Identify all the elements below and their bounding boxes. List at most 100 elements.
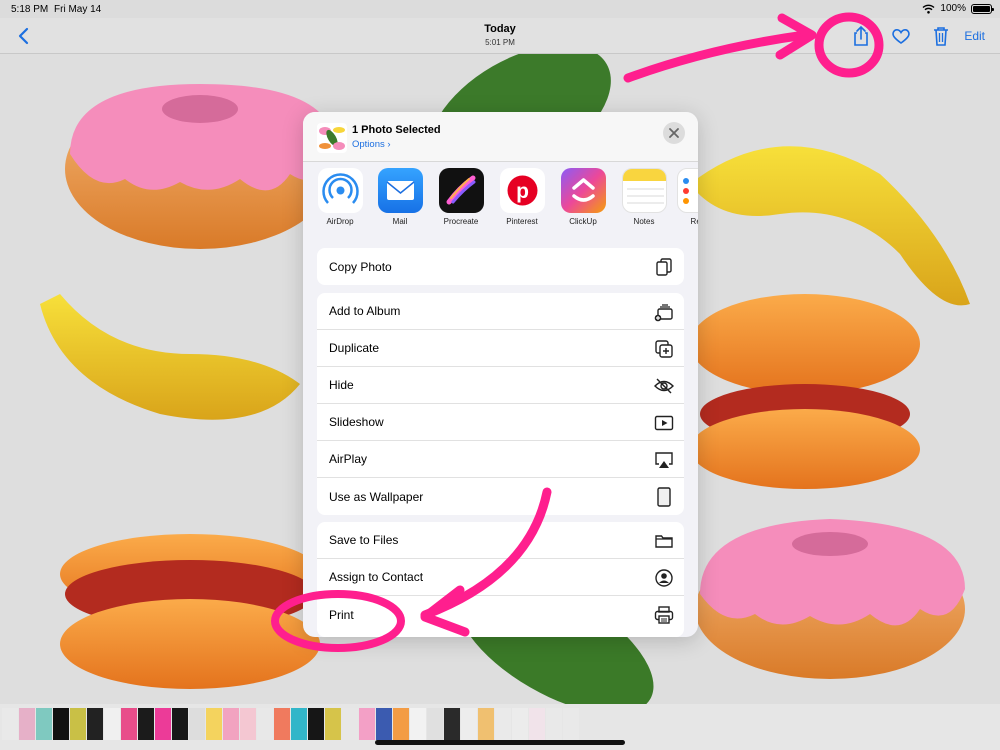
selected-photo-thumbnail: [317, 123, 347, 153]
share-apps-row[interactable]: AirDrop Mail Procreate p Pinterest Click…: [303, 168, 698, 238]
duplicate-action[interactable]: Duplicate: [317, 330, 684, 367]
action-label: Print: [329, 607, 354, 622]
filmstrip-thumbnail[interactable]: [36, 708, 52, 740]
app-label: Rem: [690, 217, 698, 226]
app-reminders[interactable]: Rem: [669, 168, 698, 226]
home-indicator[interactable]: [375, 740, 625, 745]
filmstrip-thumbnail[interactable]: [342, 708, 358, 740]
phone-icon: [657, 487, 671, 507]
filmstrip-thumbnail[interactable]: [257, 708, 273, 740]
filmstrip-thumbnail[interactable]: [206, 708, 222, 740]
filmstrip-thumbnail[interactable]: [291, 708, 307, 740]
filmstrip-thumbnail[interactable]: [529, 708, 545, 740]
airplay-icon: [655, 452, 673, 468]
filmstrip-thumbnail[interactable]: [444, 708, 460, 740]
filmstrip-thumbnail[interactable]: [104, 708, 120, 740]
filmstrip-thumbnail[interactable]: [240, 708, 256, 740]
action-label: Save to Files: [329, 533, 399, 547]
action-group-files: Save to Files Assign to Contact Print: [317, 522, 684, 637]
filmstrip-thumbnail[interactable]: [172, 708, 188, 740]
filmstrip-thumbnail[interactable]: [189, 708, 205, 740]
filmstrip-thumbnail[interactable]: [546, 708, 562, 740]
filmstrip-thumbnail[interactable]: [53, 708, 69, 740]
options-link[interactable]: Options ›: [352, 139, 391, 150]
delete-button[interactable]: [930, 25, 952, 47]
filmstrip-thumbnail[interactable]: [274, 708, 290, 740]
filmstrip-thumbnail[interactable]: [308, 708, 324, 740]
nav-bar: Today 5:01 PM Edit: [0, 18, 1000, 54]
notes-icon: [621, 168, 667, 213]
procreate-icon: [438, 168, 484, 213]
action-label: Duplicate: [329, 341, 380, 355]
filmstrip-thumbnail[interactable]: [563, 708, 579, 740]
action-label: Slideshow: [329, 415, 384, 429]
share-sheet-title: 1 Photo Selected: [352, 124, 441, 136]
close-icon: [669, 128, 679, 138]
filmstrip-thumbnail[interactable]: [359, 708, 375, 740]
print-action[interactable]: Print: [317, 596, 684, 633]
share-sheet: 1 Photo Selected Options › AirDrop Mail …: [303, 112, 698, 637]
assign-to-contact-action[interactable]: Assign to Contact: [317, 559, 684, 596]
filmstrip-thumbnail[interactable]: [478, 708, 494, 740]
action-label: AirPlay: [329, 452, 368, 466]
app-label: AirDrop: [326, 217, 354, 226]
favorite-button[interactable]: [890, 25, 912, 47]
filmstrip-thumbnail[interactable]: [393, 708, 409, 740]
filmstrip-thumbnail[interactable]: [121, 708, 137, 740]
filmstrip-thumbnail[interactable]: [461, 708, 477, 740]
app-mail[interactable]: Mail: [370, 168, 430, 226]
edit-button[interactable]: Edit: [964, 29, 985, 43]
filmstrip-thumbnail[interactable]: [376, 708, 392, 740]
filmstrip-thumbnail[interactable]: [427, 708, 443, 740]
action-group-photo: Add to Album Duplicate Hide Slideshow Ai…: [317, 293, 684, 515]
airplay-action[interactable]: AirPlay: [317, 441, 684, 478]
filmstrip-thumbnail[interactable]: [410, 708, 426, 740]
play-icon: [654, 415, 674, 431]
eye-slash-icon: [654, 378, 674, 394]
action-label: Assign to Contact: [329, 570, 424, 584]
app-label: Mail: [392, 217, 408, 226]
hide-action[interactable]: Hide: [317, 367, 684, 404]
app-notes[interactable]: Notes: [614, 168, 674, 226]
clickup-icon: [560, 168, 606, 213]
status-time: 5:18 PM: [11, 4, 49, 15]
action-group-copy: Copy Photo: [317, 248, 684, 285]
pinterest-icon: p: [499, 168, 545, 213]
filmstrip-thumbnail[interactable]: [155, 708, 171, 740]
filmstrip-thumbnail[interactable]: [19, 708, 35, 740]
app-label: Procreate: [443, 217, 479, 226]
slideshow-action[interactable]: Slideshow: [317, 404, 684, 441]
status-bar: 5:18 PM Fri May 14 100%: [0, 0, 1000, 18]
app-procreate[interactable]: Procreate: [431, 168, 491, 226]
wifi-icon: [922, 4, 935, 14]
app-label: Pinterest: [506, 217, 538, 226]
filmstrip-thumbnail[interactable]: [70, 708, 86, 740]
filmstrip-thumbnail[interactable]: [512, 708, 528, 740]
battery-icon: [971, 3, 994, 14]
options-label: Options: [352, 139, 385, 150]
save-to-files-action[interactable]: Save to Files: [317, 522, 684, 559]
copy-photo-action[interactable]: Copy Photo: [317, 248, 684, 285]
svg-text:p: p: [516, 180, 529, 203]
filmstrip-thumbnail[interactable]: [325, 708, 341, 740]
battery-percent: 100%: [940, 3, 966, 14]
app-airdrop[interactable]: AirDrop: [310, 168, 370, 226]
mail-icon: [377, 168, 423, 213]
use-as-wallpaper-action[interactable]: Use as Wallpaper: [317, 478, 684, 515]
trash-icon: [934, 27, 948, 46]
filmstrip-thumbnail[interactable]: [223, 708, 239, 740]
filmstrip-thumbnail[interactable]: [87, 708, 103, 740]
share-button[interactable]: [850, 25, 872, 47]
filmstrip-thumbnail[interactable]: [138, 708, 154, 740]
app-pinterest[interactable]: p Pinterest: [492, 168, 552, 226]
printer-icon: [654, 606, 674, 624]
filmstrip-thumbnail[interactable]: [495, 708, 511, 740]
action-label: Use as Wallpaper: [329, 489, 424, 504]
add-to-album-action[interactable]: Add to Album: [317, 293, 684, 330]
chevron-right-icon: ›: [387, 139, 391, 150]
action-label: Copy Photo: [329, 259, 392, 274]
close-button[interactable]: [663, 122, 685, 144]
app-clickup[interactable]: ClickUp: [553, 168, 613, 226]
filmstrip-thumbnail[interactable]: [2, 708, 18, 740]
airdrop-icon: [317, 168, 363, 213]
